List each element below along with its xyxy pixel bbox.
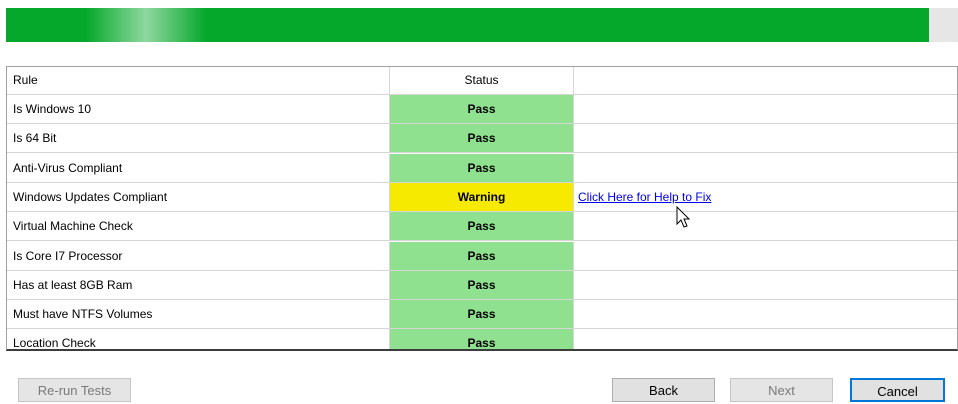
table-row[interactable]: Windows Updates Compliant Warning Click He… (7, 182, 957, 212)
header-rule[interactable]: Rule (7, 67, 390, 95)
table-row[interactable]: Must have NTFS Volumes Pass (7, 300, 957, 330)
rule-cell: Virtual Machine Check (7, 212, 390, 242)
status-cell: Pass (390, 95, 574, 124)
status-cell: Pass (390, 270, 574, 300)
action-cell (574, 95, 957, 124)
header-action[interactable] (574, 67, 957, 95)
header-status[interactable]: Status (390, 67, 574, 95)
rule-cell: Is Core I7 Processor (7, 241, 390, 271)
cancel-button[interactable]: Cancel (850, 378, 945, 402)
table-row[interactable]: Anti-Virus Compliant Pass (7, 153, 957, 183)
action-cell (574, 154, 957, 183)
grid-header-row: Rule Status (7, 67, 957, 96)
rule-cell: Location Check (7, 329, 390, 349)
table-row[interactable]: Is 64 Bit Pass (7, 124, 957, 154)
action-cell (574, 329, 957, 349)
action-cell (574, 271, 957, 300)
action-cell (574, 124, 957, 154)
rule-cell: Is Windows 10 (7, 95, 390, 124)
progress-bar (6, 8, 958, 42)
action-cell (574, 212, 957, 242)
table-row[interactable]: Is Windows 10 Pass (7, 95, 957, 124)
status-cell: Pass (390, 300, 574, 330)
action-cell (574, 300, 957, 330)
rule-cell: Must have NTFS Volumes (7, 300, 390, 330)
status-cell: Pass (390, 153, 574, 183)
table-row[interactable]: Virtual Machine Check Pass (7, 212, 957, 242)
next-button[interactable]: Next (730, 378, 833, 402)
back-button[interactable]: Back (612, 378, 715, 402)
rule-cell: Anti-Virus Compliant (7, 153, 390, 183)
table-row[interactable]: Has at least 8GB Ram Pass (7, 270, 957, 300)
rules-grid: Rule Status Is Windows 10 Pass Is 64 Bit Pa… (6, 66, 958, 351)
rule-cell: Windows Updates Compliant (7, 182, 390, 212)
rule-cell: Has at least 8GB Ram (7, 270, 390, 300)
table-row[interactable]: Location Check Pass (7, 329, 957, 349)
status-cell: Pass (390, 241, 574, 271)
status-cell: Pass (390, 212, 574, 242)
action-cell: Click Here for Help to Fix (574, 183, 957, 212)
help-fix-link[interactable]: Click Here for Help to Fix (578, 190, 711, 204)
progress-shine (86, 8, 206, 42)
status-cell: Pass (390, 329, 574, 349)
table-row[interactable]: Is Core I7 Processor Pass (7, 241, 957, 271)
progress-fill (6, 8, 930, 42)
rerun-tests-button[interactable]: Re-run Tests (18, 378, 131, 402)
rule-cell: Is 64 Bit (7, 124, 390, 154)
status-cell: Warning (390, 182, 574, 212)
mouse-cursor-icon (676, 206, 691, 228)
action-cell (574, 242, 957, 271)
status-cell: Pass (390, 124, 574, 154)
